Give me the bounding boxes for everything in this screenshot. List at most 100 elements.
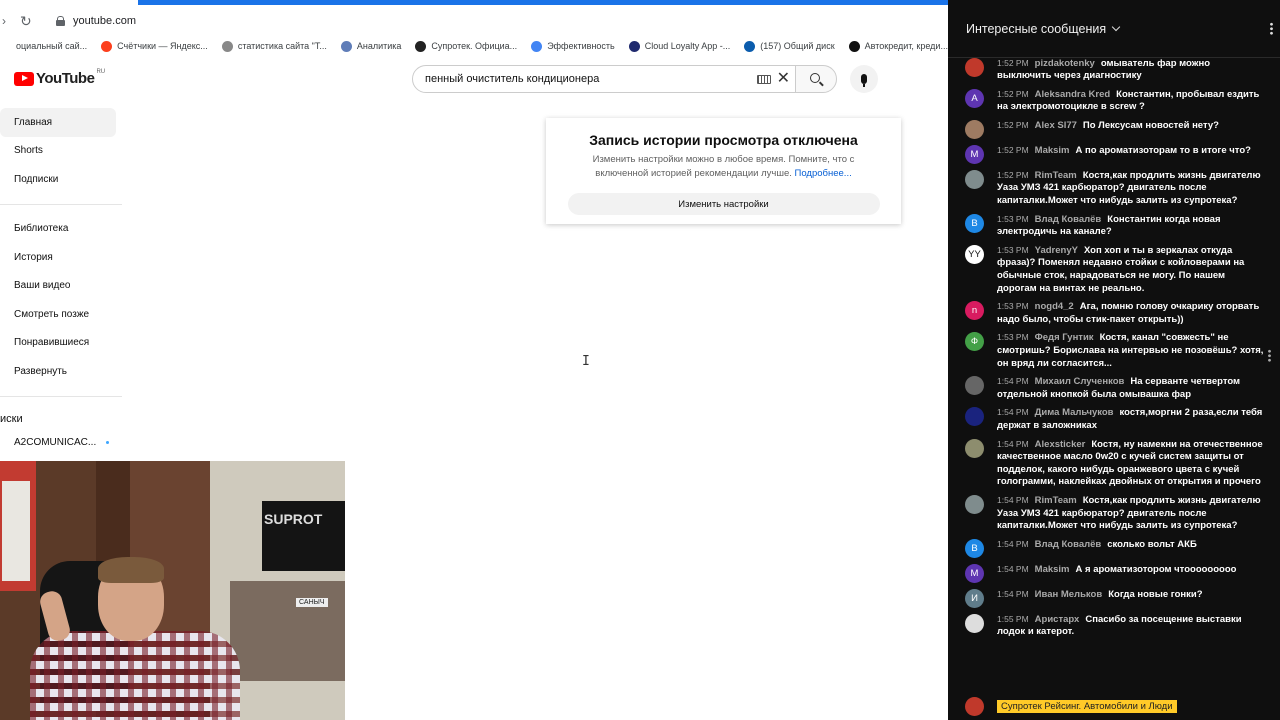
author-name[interactable]: RimTeam xyxy=(1035,495,1077,506)
author-name[interactable]: Аристарх xyxy=(1035,614,1080,625)
chat-message[interactable]: Ф 1:53 PM Федя Гунтик Костя, канал "совжест… xyxy=(948,329,1280,373)
author-name[interactable]: RimTeam xyxy=(1035,170,1077,181)
sidebar-channel[interactable]: A2COMUNICAC... xyxy=(0,431,122,455)
history-off-card: Запись истории просмотра отключена Измен… xyxy=(546,118,901,224)
voice-search-button[interactable] xyxy=(850,65,878,93)
sidebar-item-your-videos[interactable]: Ваши видео xyxy=(0,272,122,301)
sidebar-item-home[interactable]: Главная xyxy=(0,108,116,137)
author-name[interactable]: Влад Ковалёв xyxy=(1035,214,1102,225)
lock-icon[interactable] xyxy=(56,16,65,26)
avatar[interactable]: И xyxy=(965,588,984,608)
author-name[interactable]: Дима Мальчуков xyxy=(1035,407,1114,418)
sidebar-item-shorts[interactable]: Shorts xyxy=(0,137,122,166)
search-button[interactable] xyxy=(795,65,837,93)
author-name[interactable]: Михаил Слученков xyxy=(1035,376,1125,387)
chat-message[interactable]: И 1:54 PM Иван Мельков Когда новые гонки? xyxy=(948,585,1280,610)
bookmark-item[interactable]: Автокредит, креди... xyxy=(848,40,948,52)
more-options-icon[interactable] xyxy=(1270,22,1273,35)
sidebar-item-history[interactable]: История xyxy=(0,243,122,272)
sidebar-item-liked[interactable]: Понравившиеся xyxy=(0,329,122,358)
avatar[interactable] xyxy=(965,494,984,514)
timestamp: 1:55 PM xyxy=(997,613,1029,624)
chat-message[interactable]: 1:55 PM Аристарх Спасибо за посещение выст… xyxy=(948,610,1280,641)
change-settings-button[interactable]: Изменить настройки xyxy=(567,193,880,215)
message-text: Константин когда новая электродичь на ка… xyxy=(997,213,1221,238)
author-name[interactable]: pizdakotenky xyxy=(1035,58,1095,69)
address-bar[interactable]: › ↻ youtube.com xyxy=(0,8,948,34)
url-text[interactable]: youtube.com xyxy=(73,15,136,27)
chat-message[interactable]: M 1:52 PM Maksim А по ароматизоторам то в и… xyxy=(948,141,1280,166)
chat-message[interactable]: В 1:53 PM Влад Ковалёв Константин когда нов… xyxy=(948,210,1280,241)
author-name[interactable]: Maksim xyxy=(1035,145,1070,156)
bookmark-label: Аналитика xyxy=(356,41,402,51)
pinned-message[interactable]: Супротек Рейсинг. Автомобили и Люди xyxy=(965,697,1177,716)
sidebar-item-watch-later[interactable]: Смотреть позже xyxy=(0,300,122,329)
chat-message[interactable]: В 1:54 PM Влад Ковалёв сколько вольт АКБ xyxy=(948,535,1280,560)
chat-mode-selector[interactable]: Интересные сообщения xyxy=(966,22,1106,36)
search-icon xyxy=(810,73,820,83)
author-name[interactable]: Влад Ковалёв xyxy=(1035,539,1102,550)
learn-more-link[interactable]: Подробнее... xyxy=(795,168,852,179)
chat-message[interactable]: 1:54 PM RimTeam Костя,как продлить жизнь д… xyxy=(948,491,1280,535)
bookmark-item[interactable]: оциальный сай... xyxy=(0,40,87,52)
youtube-logo[interactable]: YouTube RU xyxy=(14,69,105,87)
bookmark-item[interactable]: Счётчики — Яндекс... xyxy=(101,40,208,52)
sidebar-item-expand[interactable]: Развернуть xyxy=(0,357,122,386)
keyboard-icon[interactable] xyxy=(756,74,771,84)
avatar[interactable]: В xyxy=(965,213,984,233)
avatar[interactable]: A xyxy=(965,88,984,108)
search-input[interactable]: пенный очиститель кондиционера ✕ xyxy=(412,65,796,93)
avatar[interactable] xyxy=(965,613,984,633)
author-name[interactable]: Alex Sl77 xyxy=(1035,120,1077,131)
author-name[interactable]: Федя Гунтик xyxy=(1035,332,1094,343)
card-text: Изменить настройки можно в любое время. … xyxy=(576,153,871,181)
avatar[interactable] xyxy=(965,119,984,139)
author-name[interactable]: YadrenyY xyxy=(1035,245,1078,256)
author-name[interactable]: Иван Мельков xyxy=(1035,589,1103,600)
chat-message[interactable]: A 1:52 PM Aleksandra Kred Константин, пробы… xyxy=(948,85,1280,116)
chevron-down-icon[interactable] xyxy=(1111,22,1121,31)
avatar[interactable]: M xyxy=(965,563,984,583)
clear-icon[interactable]: ✕ xyxy=(777,71,790,87)
bookmark-item[interactable]: Супротек. Официа... xyxy=(415,40,517,52)
chat-message[interactable]: M 1:54 PM Maksim А я ароматизотором чтооооо… xyxy=(948,560,1280,585)
search-query[interactable]: пенный очиститель кондиционера xyxy=(425,73,757,85)
message-text: Спасибо за посещение выставки лодок и ка… xyxy=(997,613,1242,638)
avatar[interactable] xyxy=(965,407,984,427)
sidebar-item-subscriptions[interactable]: Подписки xyxy=(0,165,122,194)
chat-message[interactable]: 1:54 PM Дима Мальчуков костя,моргни 2 раза… xyxy=(948,404,1280,435)
reload-icon[interactable]: ↻ xyxy=(20,13,38,30)
chat-message[interactable]: 1:54 PM Михаил Слученков На серванте четве… xyxy=(948,373,1280,404)
timestamp: 1:52 PM xyxy=(997,119,1029,130)
avatar[interactable]: Ф xyxy=(965,332,984,352)
avatar[interactable] xyxy=(965,169,984,189)
timestamp: 1:54 PM xyxy=(997,588,1029,599)
forward-icon[interactable]: › xyxy=(2,14,16,28)
bookmark-item[interactable]: (157) Общий диск xyxy=(744,40,835,52)
chat-message[interactable]: 1:52 PM pizdakotenky омыватель фар можно в… xyxy=(948,54,1280,85)
avatar[interactable]: M xyxy=(965,144,984,164)
author-name[interactable]: Maksim xyxy=(1035,564,1070,575)
bookmark-item[interactable]: Аналитика xyxy=(340,40,402,52)
sidebar-item-library[interactable]: Библиотека xyxy=(0,215,122,244)
author-name[interactable]: Aleksandra Kred xyxy=(1035,89,1111,100)
avatar[interactable]: n xyxy=(965,301,984,321)
bookmark-item[interactable]: Cloud Loyalty App -... xyxy=(628,40,730,52)
live-chat-panel: Интересные сообщения 1:52 PM pizdakotenky… xyxy=(948,0,1280,720)
avatar[interactable] xyxy=(965,438,984,458)
bookmark-item[interactable]: Эффективность xyxy=(531,40,615,52)
chat-message[interactable]: YY 1:53 PM YadrenyY Хоп хоп и ты в зеркалах… xyxy=(948,241,1280,297)
chat-message[interactable]: 1:54 PM Alexsticker Костя, ну намекни на о… xyxy=(948,435,1280,491)
avatar[interactable] xyxy=(965,57,984,77)
avatar[interactable] xyxy=(965,376,984,396)
chat-message[interactable]: 1:52 PM RimTeam Костя,как продлить жизнь д… xyxy=(948,166,1280,210)
message-text: сколько вольт АКБ xyxy=(1107,538,1197,550)
author-name[interactable]: nogd4_2 xyxy=(1035,301,1074,312)
bookmark-item[interactable]: статистика сайта "Т... xyxy=(221,40,327,52)
chat-message[interactable]: 1:52 PM Alex Sl77 По Лексусам новостей нет… xyxy=(948,116,1280,141)
avatar[interactable]: В xyxy=(965,538,984,558)
bookmark-label: Автокредит, креди... xyxy=(864,41,948,51)
chat-message[interactable]: n 1:53 PM nogd4_2 Ага, помню голову очкарик… xyxy=(948,298,1280,329)
author-name[interactable]: Alexsticker xyxy=(1035,439,1086,450)
avatar[interactable]: YY xyxy=(965,244,984,264)
